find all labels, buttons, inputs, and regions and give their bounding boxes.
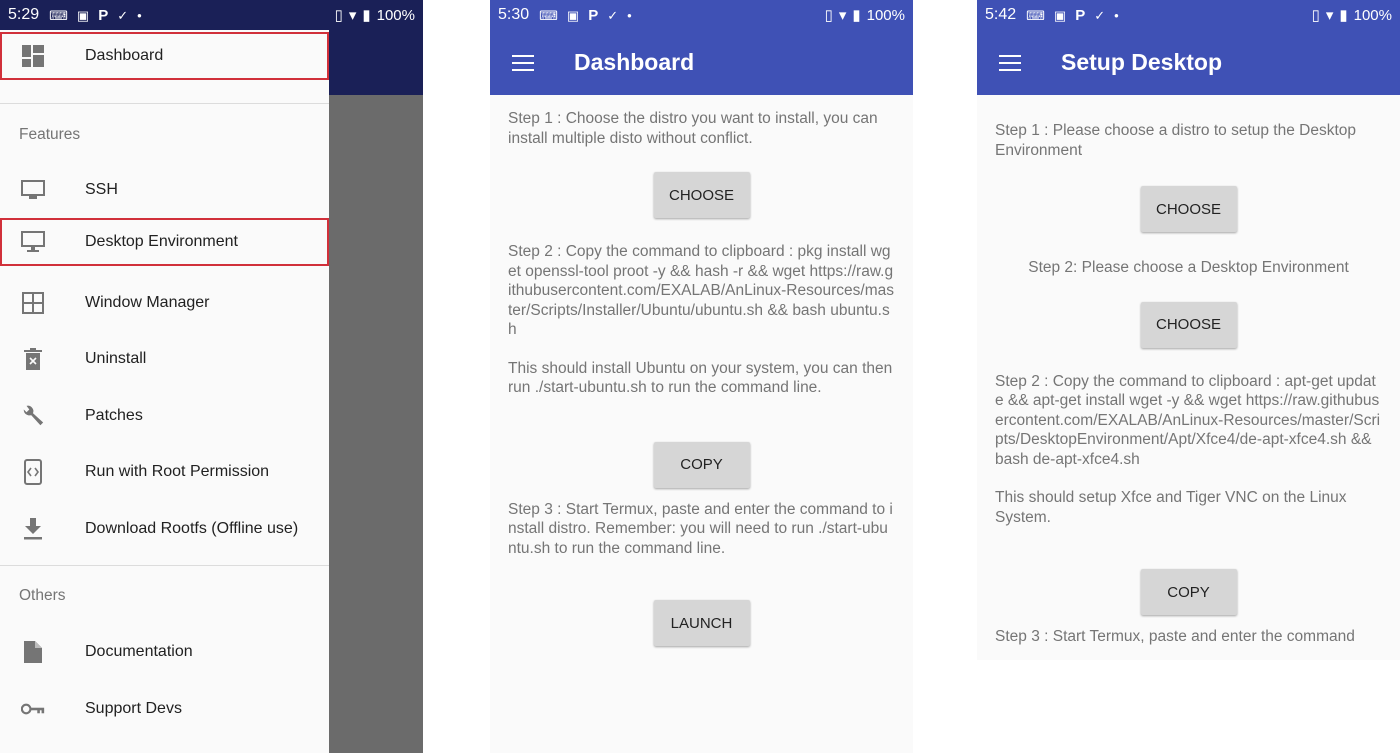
dashboard-icon [21,44,45,68]
copy-button[interactable]: COPY [1140,569,1237,615]
battery-percent: 100% [866,6,905,24]
document-icon [21,640,45,664]
drawer-item-label: Dashboard [85,47,164,64]
drawer-item-label: Uninstall [85,350,147,367]
notification-icon: ▣ [566,7,580,23]
keyboard-icon: ⌨ [49,7,68,23]
drawer-item-label: Patches [85,407,143,424]
step1-text: Step 1 : Choose the distro you want to i… [508,110,878,147]
desktop-icon [21,230,45,254]
key-icon [21,697,45,721]
battery-icon: ▮ [362,7,371,24]
section-header-others: Others [19,587,66,604]
download-done-icon: ✓ [117,7,129,23]
wrench-icon [21,404,45,428]
p-icon: P [98,6,109,24]
dot-icon: • [1114,7,1119,23]
step1-text: Step 1 : Please choose a distro to setup… [995,122,1357,159]
battery-icon: ▮ [852,7,861,24]
drawer-item-ssh[interactable]: SSH [0,166,329,214]
notification-icon: ▣ [76,7,90,23]
drawer-item-window-manager[interactable]: Window Manager [0,279,329,327]
step2-note: This should setup Xfce and Tiger VNC on … [995,489,1347,526]
drawer-item-desktop-environment[interactable]: Desktop Environment [0,218,329,266]
drawer-item-label: Support Devs [85,700,182,717]
status-time: 5:30 [498,6,530,23]
dot-icon: • [627,7,632,23]
grid-icon [21,291,45,315]
download-done-icon: ✓ [1094,7,1106,23]
launch-button[interactable]: LAUNCH [653,600,750,646]
status-time: 5:29 [8,6,40,23]
app-bar: Dashboard [490,30,913,95]
p-icon: P [1075,6,1086,24]
drawer-item-download-rootfs[interactable]: Download Rootfs (Offline use) [0,505,329,553]
download-done-icon: ✓ [607,7,619,23]
dashboard-content: Step 1 : Choose the distro you want to i… [490,109,913,646]
wifi-icon: ▾ [838,7,847,24]
monitor-icon [21,178,45,202]
status-time: 5:42 [985,6,1017,23]
vibrate-icon: ▯ [824,7,833,24]
choose-distro-button[interactable]: CHOOSE [653,172,750,218]
drawer-item-dashboard[interactable]: Dashboard [0,32,329,80]
menu-icon[interactable] [512,54,536,72]
divider [0,103,329,104]
menu-icon[interactable] [999,54,1023,72]
battery-percent: 100% [376,6,415,24]
step2-command-text: Step 2 : Copy the command to clipboard :… [995,372,1381,468]
status-bar: 5:29 ⌨ ▣ P ✓ • ▯ ▾ ▮ 100% [0,0,423,30]
keyboard-icon: ⌨ [539,7,558,23]
page-title: Setup Desktop [1061,49,1223,75]
device-code-icon [21,459,45,485]
app-bar-scrim [329,30,423,95]
p-icon: P [588,6,599,24]
page-title: Dashboard [574,49,695,75]
phone-dashboard-screen: 5:30 ⌨ ▣ P ✓ • ▯ ▾ ▮ 100% Dashboard Step… [490,0,913,753]
drawer-item-label: Run with Root Permission [85,463,270,480]
drawer-item-documentation[interactable]: Documentation [0,628,329,676]
battery-icon: ▮ [1339,7,1348,24]
drawer-item-label: SSH [85,181,118,198]
keyboard-icon: ⌨ [1026,7,1045,23]
wifi-icon: ▾ [348,7,357,24]
choose-desktop-button[interactable]: CHOOSE [1140,301,1237,348]
drawer-item-uninstall[interactable]: Uninstall [0,335,329,383]
setup-desktop-content: Step 1 : Please choose a distro to setup… [977,121,1400,647]
vibrate-icon: ▯ [334,7,343,24]
phone-drawer-screen: 5:29 ⌨ ▣ P ✓ • ▯ ▾ ▮ 100% Dashboard Feat… [0,0,423,753]
trash-icon [21,347,45,371]
choose-distro-button[interactable]: CHOOSE [1140,186,1237,232]
step3-text: Step 3 : Start Termux, paste and enter t… [995,628,1355,645]
app-bar: Setup Desktop [977,30,1400,95]
phone-setup-desktop-screen: 5:42 ⌨ ▣ P ✓ • ▯ ▾ ▮ 100% Setup Desktop … [977,0,1400,660]
vibrate-icon: ▯ [1311,7,1320,24]
drawer-item-patches[interactable]: Patches [0,392,329,440]
battery-percent: 100% [1353,6,1392,24]
step3-text: Step 3 : Start Termux, paste and enter t… [508,500,893,557]
drawer-item-run-with-root[interactable]: Run with Root Permission [0,448,329,496]
drawer-item-label: Download Rootfs (Offline use) [85,520,299,537]
navigation-drawer: Dashboard Features SSH Desktop Environme… [0,30,329,753]
dot-icon: • [137,7,142,23]
notification-icon: ▣ [1053,7,1067,23]
section-header-features: Features [19,126,81,143]
copy-button[interactable]: COPY [653,441,750,488]
drawer-item-label: Desktop Environment [85,233,238,250]
download-icon [21,517,45,541]
status-bar: 5:42 ⌨ ▣ P ✓ • ▯ ▾ ▮ 100% [977,0,1400,30]
step2-text: Step 2 : Copy the command to clipboard :… [508,243,894,338]
drawer-item-label: Window Manager [85,294,210,311]
wifi-icon: ▾ [1325,7,1334,24]
step2-note: This should install Ubuntu on your syste… [508,359,893,397]
step2-choose-text: Step 2: Please choose a Desktop Environm… [1028,259,1349,276]
drawer-item-support-devs[interactable]: Support Devs [0,685,329,733]
drawer-item-label: Documentation [85,643,193,660]
status-bar: 5:30 ⌨ ▣ P ✓ • ▯ ▾ ▮ 100% [490,0,913,30]
divider [0,565,329,566]
